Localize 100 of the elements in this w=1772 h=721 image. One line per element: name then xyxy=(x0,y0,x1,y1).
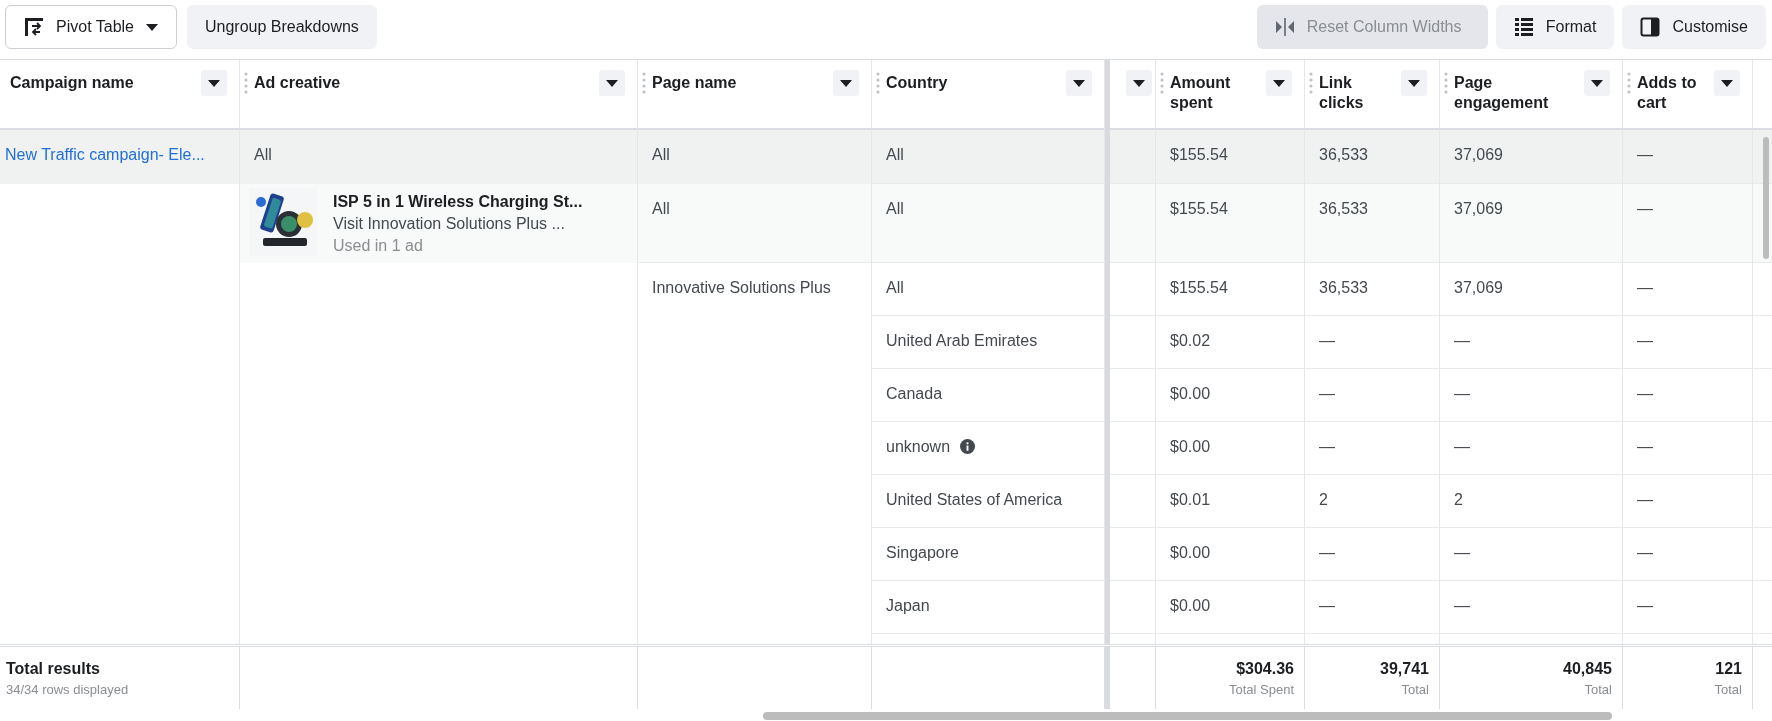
horizontal-scrollbar[interactable] xyxy=(763,712,1612,720)
table-cell: All xyxy=(872,130,1105,184)
creative-subtitle: Visit Innovation Solutions Plus ... xyxy=(333,214,566,234)
vertical-scrollbar[interactable] xyxy=(1763,137,1769,259)
table-cell: unknown xyxy=(886,438,951,455)
caret-icon xyxy=(606,79,618,87)
caret-icon xyxy=(1073,79,1085,87)
table-cell xyxy=(1110,369,1156,422)
customise-button[interactable]: Customise xyxy=(1622,5,1766,49)
caret-icon xyxy=(1408,79,1420,87)
total-results-label: Total results xyxy=(6,659,100,679)
caret-icon xyxy=(208,79,220,87)
table-cell: United States of America xyxy=(886,491,1063,508)
ad-creative-cell[interactable]: ISP 5 in 1 Wireless Charging St... Visit Innovation Solutions Plus ... Used in 1 ad xyxy=(240,184,638,263)
table-cell xyxy=(1110,130,1156,184)
table-cell: — xyxy=(1305,369,1440,422)
table-cell: All xyxy=(638,184,872,263)
caret-icon xyxy=(840,79,852,87)
total-value: 121 xyxy=(1715,659,1742,679)
table-cell: — xyxy=(1305,528,1440,581)
table-cell: Singapore xyxy=(886,544,959,561)
table-cell: — xyxy=(1623,581,1753,634)
table-cell: $155.54 xyxy=(1156,184,1305,263)
drag-handle-icon[interactable] xyxy=(244,72,248,94)
table-cell: — xyxy=(1440,528,1623,581)
table-cell: 37,069 xyxy=(1440,130,1623,184)
table-cell: All xyxy=(240,130,638,184)
table-cell: All xyxy=(638,130,872,184)
table-cell: 2 xyxy=(1440,475,1623,528)
creative-usage: Used in 1 ad xyxy=(333,236,424,256)
table-cell: 37,069 xyxy=(1440,184,1623,263)
table-cell: $0.01 xyxy=(1156,475,1305,528)
total-caption: Total xyxy=(1714,681,1742,699)
resize-columns-icon xyxy=(1274,17,1295,37)
pivot-table-icon xyxy=(24,17,44,37)
table-cell: — xyxy=(1440,316,1623,369)
table-cell: Japan xyxy=(886,597,930,614)
drag-handle-icon[interactable] xyxy=(1160,72,1164,94)
table-cell: 36,533 xyxy=(1305,263,1440,316)
drag-handle-icon[interactable] xyxy=(1444,72,1448,94)
caret-icon xyxy=(1133,79,1145,87)
total-caption: Total Spent xyxy=(1228,681,1294,699)
table-cell: — xyxy=(1623,130,1753,184)
column-menu-button[interactable] xyxy=(201,70,227,96)
table-cell xyxy=(1110,422,1156,475)
table-cell xyxy=(1110,263,1156,316)
drag-handle-icon[interactable] xyxy=(642,72,646,94)
creative-title: ISP 5 in 1 Wireless Charging St... xyxy=(333,192,583,212)
column-menu-button[interactable] xyxy=(1126,70,1152,96)
table-cell: — xyxy=(1623,422,1753,475)
table-cell: — xyxy=(1440,422,1623,475)
total-caption: Total xyxy=(1401,681,1429,699)
table-cell: $155.54 xyxy=(1156,130,1305,184)
table-cell: — xyxy=(1305,316,1440,369)
total-value: $304.36 xyxy=(1236,659,1294,679)
column-menu-button[interactable] xyxy=(1066,70,1092,96)
table-icon xyxy=(1513,17,1534,37)
table-cell: All xyxy=(886,279,904,296)
table-cell: — xyxy=(1305,581,1440,634)
table-cell: 2 xyxy=(1305,475,1440,528)
table-cell: — xyxy=(1440,581,1623,634)
table-cell xyxy=(1110,581,1156,634)
drag-handle-icon[interactable] xyxy=(876,72,880,94)
table-cell xyxy=(1110,475,1156,528)
column-menu-button[interactable] xyxy=(1714,70,1740,96)
table-cell: $0.00 xyxy=(1156,581,1305,634)
total-value: 40,845 xyxy=(1563,659,1612,679)
total-value: 39,741 xyxy=(1380,659,1429,679)
total-caption: Total xyxy=(1584,681,1612,699)
format-button[interactable]: Format xyxy=(1495,5,1615,49)
table-cell xyxy=(1110,528,1156,581)
pivot-table-dropdown[interactable]: Pivot Table xyxy=(5,5,177,49)
table-cell: — xyxy=(1623,528,1753,581)
drag-handle-icon[interactable] xyxy=(1309,72,1313,94)
caret-icon xyxy=(1273,79,1285,87)
table-cell: — xyxy=(1623,475,1753,528)
table-cell: All xyxy=(872,184,1105,263)
table-cell: 36,533 xyxy=(1305,130,1440,184)
table-cell: 36,533 xyxy=(1305,184,1440,263)
info-icon[interactable] xyxy=(960,439,976,454)
side-panel-icon xyxy=(1640,17,1661,37)
table-cell: 37,069 xyxy=(1440,263,1623,316)
column-menu-button[interactable] xyxy=(1584,70,1610,96)
table-cell: — xyxy=(1623,316,1753,369)
column-menu-button[interactable] xyxy=(599,70,625,96)
table-cell: $0.00 xyxy=(1156,528,1305,581)
table-cell: — xyxy=(1440,369,1623,422)
campaign-link[interactable]: New Traffic campaign- Ele... xyxy=(5,146,205,163)
drag-handle-icon[interactable] xyxy=(1627,72,1631,94)
table-cell: $0.00 xyxy=(1156,369,1305,422)
table-cell: United Arab Emirates xyxy=(886,332,1038,349)
rows-displayed-label: 34/34 rows displayed xyxy=(6,681,129,699)
column-menu-button[interactable] xyxy=(833,70,859,96)
caret-icon xyxy=(1721,79,1733,87)
ungroup-breakdowns-button[interactable]: Ungroup Breakdowns xyxy=(187,5,377,49)
table-cell: — xyxy=(1305,422,1440,475)
column-menu-button[interactable] xyxy=(1266,70,1292,96)
caret-icon xyxy=(146,23,158,31)
table-cell: Canada xyxy=(886,385,943,402)
column-menu-button[interactable] xyxy=(1401,70,1427,96)
